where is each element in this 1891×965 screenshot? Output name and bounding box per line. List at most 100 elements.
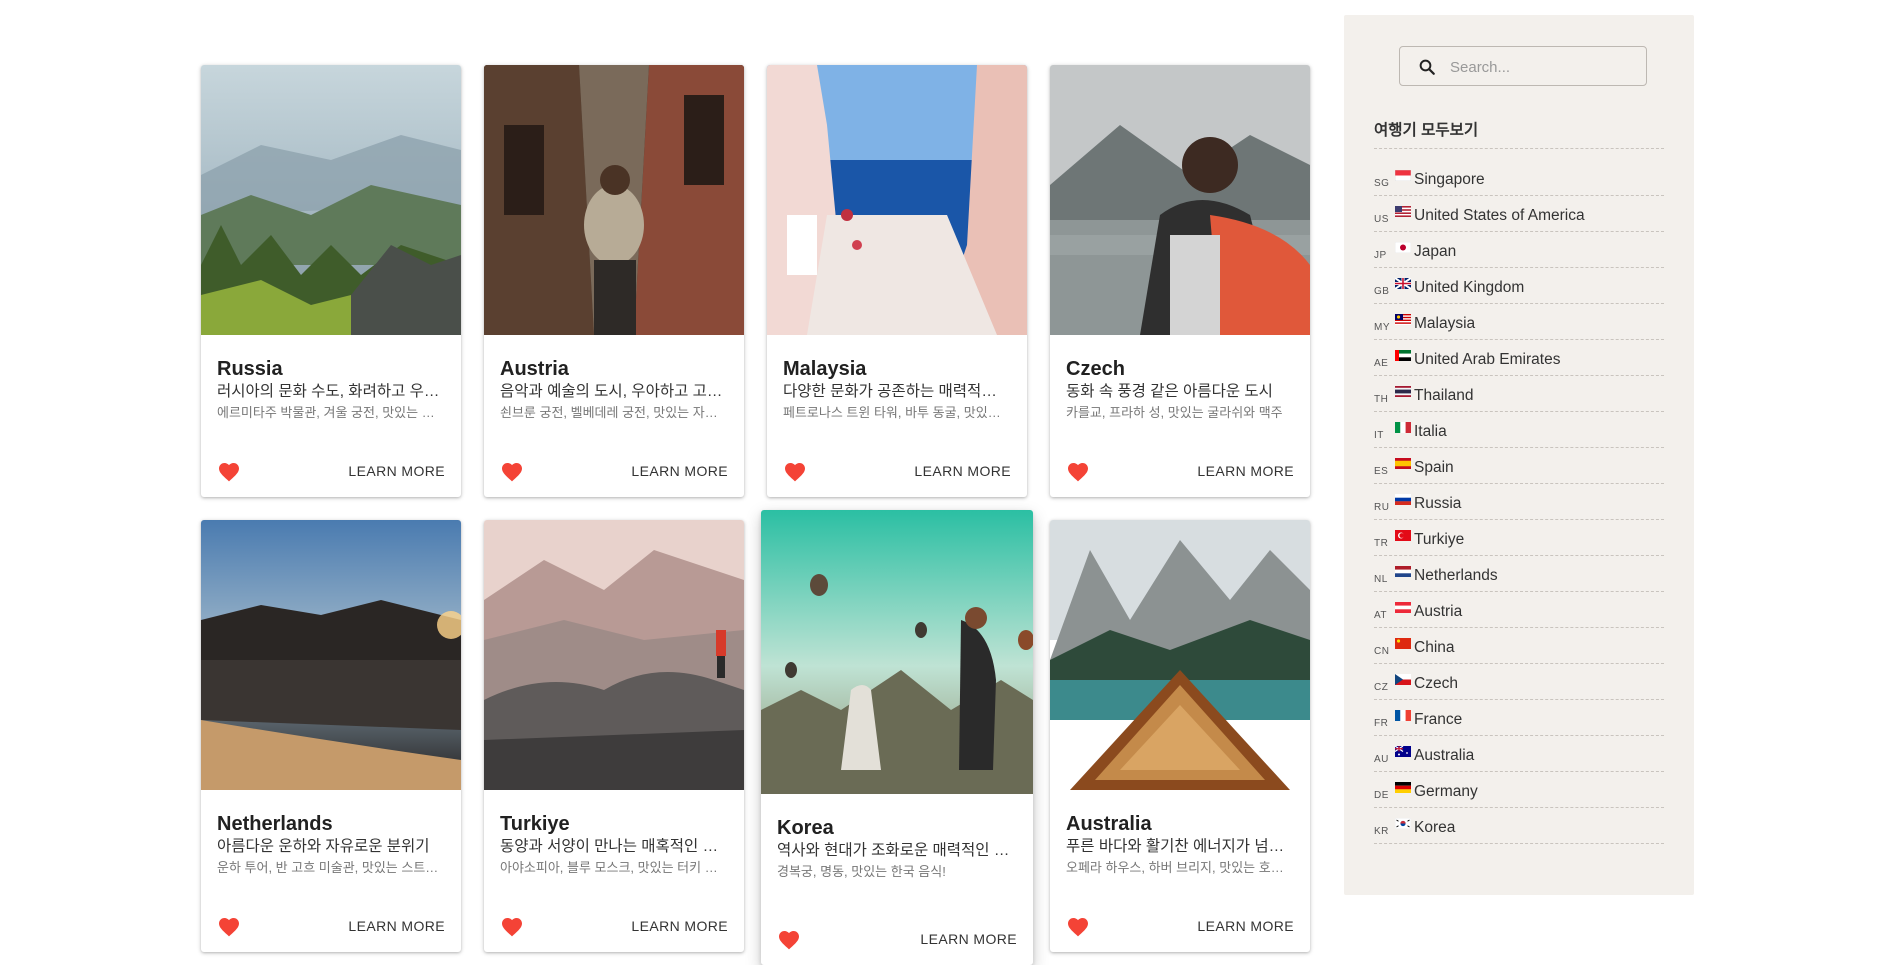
country-code: RU — [1374, 502, 1390, 513]
card-image-korea — [761, 510, 1033, 794]
card-title: Malaysia — [783, 358, 867, 380]
card-subtitle: 러시아의 문화 수도, 화려하고 우아한 도시 — [217, 383, 445, 400]
heart-icon[interactable] — [500, 915, 524, 937]
country-item-de[interactable]: DE Germany — [1374, 772, 1664, 808]
country-name: Netherlands — [1414, 567, 1498, 584]
card-description: 페트로나스 트윈 타워, 바투 동굴, 맛있는 나시르막 — [783, 405, 1011, 420]
china-flag-icon — [1395, 638, 1411, 649]
country-item-gb[interactable]: GB United Kingdom — [1374, 268, 1664, 304]
card-czech: Czech 동화 속 풍경 같은 아름다운 도시 카를교, 프라하 성, 맛있는… — [1050, 65, 1310, 497]
country-item-jp[interactable]: JP Japan — [1374, 232, 1664, 268]
learn-more-button[interactable]: LEARN MORE — [914, 463, 1011, 479]
country-code: IT — [1374, 430, 1384, 441]
card-russia: Russia 러시아의 문화 수도, 화려하고 우아한 도시 에르미타주 박물관… — [201, 65, 461, 497]
heart-icon[interactable] — [217, 915, 241, 937]
country-name: United Arab Emirates — [1414, 351, 1561, 368]
country-item-es[interactable]: ES Spain — [1374, 448, 1664, 484]
spain-flag-icon — [1395, 458, 1411, 469]
sidebar: 여행기 모두보기 SG Singapore US United States of … — [1344, 15, 1694, 895]
netherlands-flag-icon — [1395, 566, 1411, 577]
learn-more-button[interactable]: LEARN MORE — [920, 931, 1017, 947]
country-code: AE — [1374, 358, 1389, 369]
country-name: Malaysia — [1414, 315, 1476, 332]
learn-more-button[interactable]: LEARN MORE — [348, 463, 445, 479]
country-name: Austria — [1414, 603, 1463, 620]
country-item-sg[interactable]: SG Singapore — [1374, 160, 1664, 196]
uae-flag-icon — [1395, 350, 1411, 361]
russia-flag-icon — [1395, 494, 1411, 505]
country-item-th[interactable]: TH Thailand — [1374, 376, 1664, 412]
card-subtitle: 동양과 서양이 만나는 매혹적인 나라 — [500, 838, 728, 855]
heart-icon[interactable] — [1066, 460, 1090, 482]
country-item-ae[interactable]: AE United Arab Emirates — [1374, 340, 1664, 376]
search-input[interactable] — [1448, 54, 1642, 80]
country-name: Spain — [1414, 459, 1454, 476]
card-description: 쇤브룬 궁전, 벨베데레 궁전, 맛있는 자허토르테 — [500, 405, 728, 420]
learn-more-button[interactable]: LEARN MORE — [1197, 463, 1294, 479]
card-description: 오페라 하우스, 하버 브리지, 맛있는 호주 음식 — [1066, 860, 1294, 875]
learn-more-button[interactable]: LEARN MORE — [1197, 918, 1294, 934]
card-image-czech — [1050, 65, 1310, 335]
country-item-au[interactable]: AU Australia — [1374, 736, 1664, 772]
country-name: Korea — [1414, 819, 1456, 836]
card-subtitle: 음악과 예술의 도시, 우아하고 고풍스러운 — [500, 383, 728, 400]
country-code: CN — [1374, 646, 1390, 657]
heart-icon[interactable] — [500, 460, 524, 482]
country-item-my[interactable]: MY Malaysia — [1374, 304, 1664, 340]
card-description: 아야소피아, 블루 모스크, 맛있는 터키 음식 — [500, 860, 728, 875]
country-code: ES — [1374, 466, 1389, 477]
learn-more-button[interactable]: LEARN MORE — [631, 918, 728, 934]
malaysia-flag-icon — [1395, 314, 1411, 325]
card-title: Austria — [500, 358, 569, 380]
country-code: NL — [1374, 574, 1388, 585]
country-item-ru[interactable]: RU Russia — [1374, 484, 1664, 520]
country-code: US — [1374, 214, 1389, 225]
thailand-flag-icon — [1395, 386, 1411, 397]
usa-flag-icon — [1395, 206, 1411, 217]
country-code: SG — [1374, 178, 1390, 189]
country-item-nl[interactable]: NL Netherlands — [1374, 556, 1664, 592]
country-code: GB — [1374, 286, 1390, 297]
search-icon — [1419, 59, 1435, 75]
card-image-netherlands — [201, 520, 461, 790]
card-description: 에르미타주 박물관, 겨울 궁전, 맛있는 러시아 음식 — [217, 405, 445, 420]
country-item-tr[interactable]: TR Turkiye — [1374, 520, 1664, 556]
germany-flag-icon — [1395, 782, 1411, 793]
country-code: KR — [1374, 826, 1389, 837]
turkiye-flag-icon — [1395, 530, 1411, 541]
country-item-cn[interactable]: CN China — [1374, 628, 1664, 664]
card-image-russia — [201, 65, 461, 335]
country-item-it[interactable]: IT Italia — [1374, 412, 1664, 448]
learn-more-button[interactable]: LEARN MORE — [631, 463, 728, 479]
country-item-kr[interactable]: KR Korea — [1374, 808, 1664, 844]
card-image-turkiye — [484, 520, 744, 790]
heart-icon[interactable] — [783, 460, 807, 482]
country-code: AU — [1374, 754, 1389, 765]
card-subtitle: 동화 속 풍경 같은 아름다운 도시 — [1066, 383, 1273, 400]
country-code: TH — [1374, 394, 1389, 405]
italy-flag-icon — [1395, 422, 1411, 433]
card-image-austria — [484, 65, 744, 335]
card-netherlands: Netherlands 아름다운 운하와 자유로운 분위기 운하 투어, 반 고… — [201, 520, 461, 952]
country-item-cz[interactable]: CZ Czech — [1374, 664, 1664, 700]
country-item-at[interactable]: AT Austria — [1374, 592, 1664, 628]
card-title: Czech — [1066, 358, 1125, 380]
heart-icon[interactable] — [777, 928, 801, 950]
country-code: TR — [1374, 538, 1389, 549]
card-australia: Australia 푸른 바다와 활기찬 에너지가 넘치는 나라 오페라 하우스… — [1050, 520, 1310, 952]
country-name: Thailand — [1414, 387, 1474, 404]
country-name: United Kingdom — [1414, 279, 1525, 296]
country-name: Italia — [1414, 423, 1447, 440]
card-turkiye: Turkiye 동양과 서양이 만나는 매혹적인 나라 아야소피아, 블루 모스… — [484, 520, 744, 952]
heart-icon[interactable] — [1066, 915, 1090, 937]
country-item-us[interactable]: US United States of America — [1374, 196, 1664, 232]
country-name: China — [1414, 639, 1455, 656]
heart-icon[interactable] — [217, 460, 241, 482]
card-image-malaysia — [767, 65, 1027, 335]
country-item-fr[interactable]: FR France — [1374, 700, 1664, 736]
learn-more-button[interactable]: LEARN MORE — [348, 918, 445, 934]
search-box[interactable] — [1399, 46, 1647, 86]
country-list: SG Singapore US United States of America J… — [1374, 160, 1664, 844]
country-code: DE — [1374, 790, 1389, 801]
card-subtitle: 아름다운 운하와 자유로운 분위기 — [217, 838, 430, 855]
